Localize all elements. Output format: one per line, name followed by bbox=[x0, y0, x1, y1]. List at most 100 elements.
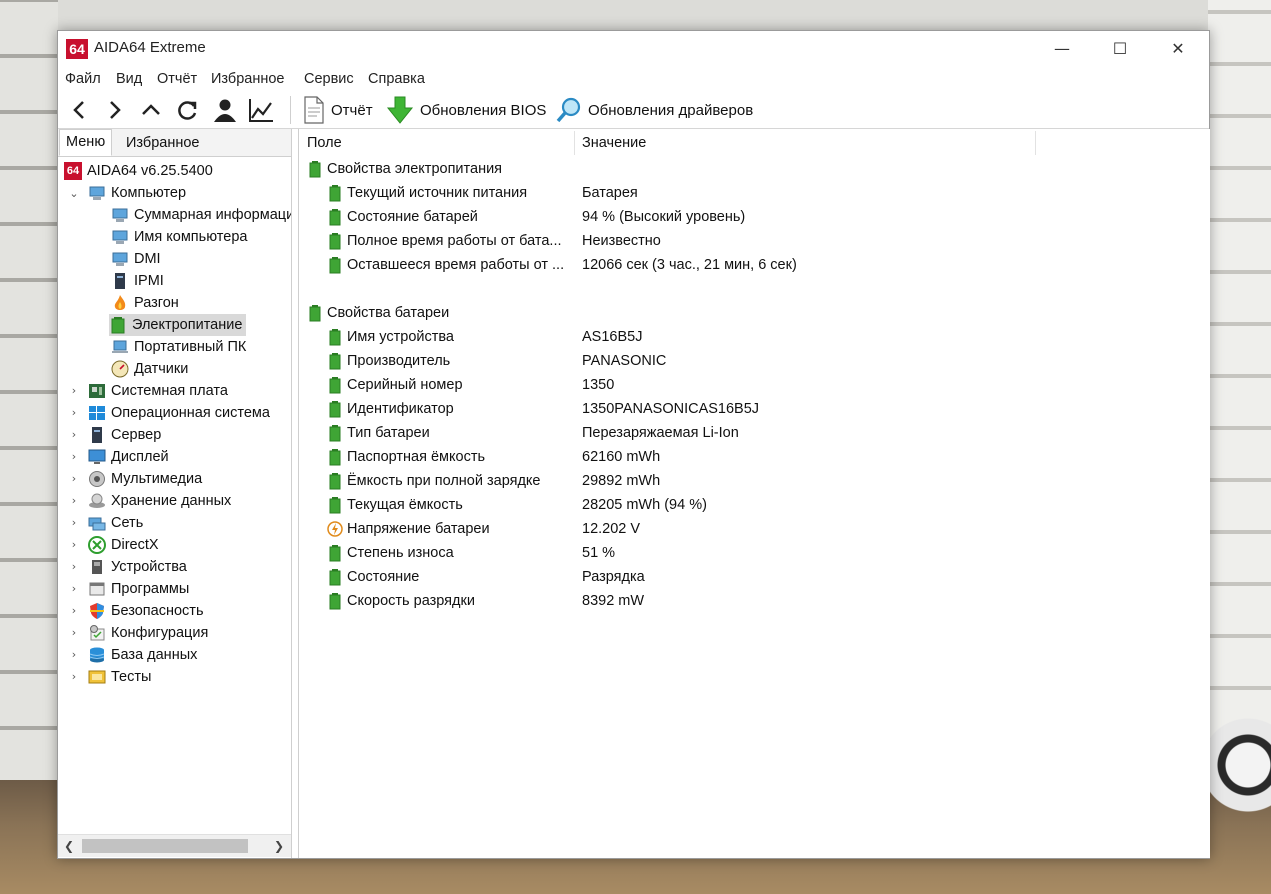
tree-item-tests[interactable]: Тесты bbox=[88, 666, 151, 688]
chevron-right-icon[interactable]: › bbox=[68, 671, 80, 683]
table-row[interactable]: Оставшееся время работы от ... bbox=[327, 253, 564, 277]
up-icon[interactable] bbox=[136, 94, 166, 126]
close-button[interactable]: ✕ bbox=[1149, 31, 1207, 67]
table-row[interactable]: Ёмкость при полной зарядке bbox=[327, 469, 541, 493]
table-row[interactable]: Состояние батарей bbox=[327, 205, 478, 229]
back-icon[interactable] bbox=[64, 94, 94, 126]
table-row[interactable]: Полное время работы от бата... bbox=[327, 229, 562, 253]
field-value: 62160 mWh bbox=[582, 449, 661, 465]
refresh-icon[interactable] bbox=[172, 94, 202, 126]
chevron-right-icon[interactable]: › bbox=[68, 451, 80, 463]
maximize-button[interactable]: ☐ bbox=[1091, 31, 1149, 67]
table-row[interactable]: Идентификатор bbox=[327, 397, 454, 421]
table-row[interactable]: Производитель bbox=[327, 349, 450, 373]
chevron-down-icon[interactable]: ⌄ bbox=[68, 188, 80, 200]
chevron-right-icon[interactable]: › bbox=[68, 561, 80, 573]
tree-item-motherboard[interactable]: Системная плата bbox=[88, 380, 228, 402]
speaker-icon bbox=[89, 471, 105, 487]
tree-item-computer-name[interactable]: Имя компьютера bbox=[111, 226, 247, 248]
navigation-pane: Меню Избранное 64 AIDA64 v6.25.5400 ⌄ Ко… bbox=[58, 129, 292, 858]
tree-item-power[interactable]: Электропитание bbox=[109, 314, 247, 336]
column-header-value[interactable]: Значение bbox=[582, 129, 646, 157]
table-row[interactable]: Серийный номер bbox=[327, 373, 463, 397]
menu-help[interactable]: Справка bbox=[368, 71, 425, 87]
tree-item-storage[interactable]: Хранение данных bbox=[88, 490, 231, 512]
horizontal-scrollbar[interactable]: ❮ ❯ bbox=[58, 834, 291, 857]
field-value: Перезаряжаемая Li-Ion bbox=[582, 425, 739, 441]
tree-item-programs[interactable]: Программы bbox=[88, 578, 189, 600]
battery-icon bbox=[329, 473, 341, 490]
chevron-right-icon[interactable]: › bbox=[68, 649, 80, 661]
chevron-right-icon[interactable]: › bbox=[68, 627, 80, 639]
tree-item-security[interactable]: Безопасность bbox=[88, 600, 204, 622]
bios-update-button[interactable]: Обновления BIOS bbox=[386, 92, 546, 128]
scroll-thumb[interactable] bbox=[82, 839, 248, 853]
battery-icon bbox=[329, 185, 341, 202]
chart-icon[interactable] bbox=[246, 94, 276, 126]
battery-icon bbox=[329, 329, 341, 346]
chevron-right-icon[interactable]: › bbox=[68, 385, 80, 397]
column-header-field[interactable]: Поле bbox=[307, 129, 342, 157]
table-row[interactable]: Текущая ёмкость bbox=[327, 493, 463, 517]
report-button[interactable]: Отчёт bbox=[303, 92, 373, 128]
table-row[interactable]: Напряжение батареи bbox=[327, 517, 490, 541]
table-row[interactable]: Текущий источник питания bbox=[327, 181, 527, 205]
chevron-right-icon[interactable]: › bbox=[68, 517, 80, 529]
table-row[interactable]: Имя устройства bbox=[327, 325, 454, 349]
section-header[interactable]: Свойства электропитания bbox=[307, 157, 502, 181]
battery-icon bbox=[329, 353, 341, 370]
tree-item-server[interactable]: Сервер bbox=[88, 424, 161, 446]
tab-menu[interactable]: Меню bbox=[59, 129, 113, 156]
background-globe bbox=[1208, 705, 1271, 835]
table-row[interactable]: Паспортная ёмкость bbox=[327, 445, 485, 469]
tree-item-computer[interactable]: Компьютер bbox=[88, 182, 186, 204]
tree-item-multimedia[interactable]: Мультимедиа bbox=[88, 468, 202, 490]
menu-view[interactable]: Вид bbox=[116, 71, 142, 87]
field-label: Полное время работы от бата... bbox=[347, 233, 562, 249]
table-row[interactable]: Состояние bbox=[327, 565, 419, 589]
tree-item-sensors[interactable]: Датчики bbox=[111, 358, 188, 380]
tab-favorites[interactable]: Избранное bbox=[120, 131, 205, 156]
tree-item-display[interactable]: Дисплей bbox=[88, 446, 169, 468]
tree-item-summary-label: Суммарная информация bbox=[134, 207, 291, 223]
tree-root[interactable]: 64 AIDA64 v6.25.5400 bbox=[64, 160, 213, 182]
scroll-left-icon[interactable]: ❮ bbox=[64, 839, 74, 853]
scroll-right-icon[interactable]: ❯ bbox=[274, 839, 284, 853]
minimize-button[interactable]: — bbox=[1033, 31, 1091, 67]
chevron-right-icon[interactable]: › bbox=[68, 605, 80, 617]
flame-icon bbox=[114, 295, 126, 310]
tree-item-security-label: Безопасность bbox=[111, 603, 204, 619]
tree-item-devices[interactable]: Устройства bbox=[88, 556, 187, 578]
chevron-right-icon[interactable]: › bbox=[68, 473, 80, 485]
battery-icon bbox=[329, 401, 341, 418]
tree-item-summary[interactable]: Суммарная информация bbox=[111, 204, 291, 226]
table-row[interactable]: Степень износа bbox=[327, 541, 454, 565]
chevron-right-icon[interactable]: › bbox=[68, 495, 80, 507]
table-row[interactable]: Скорость разрядки bbox=[327, 589, 475, 613]
tree-item-dmi[interactable]: DMI bbox=[111, 248, 161, 270]
menu-service[interactable]: Сервис bbox=[304, 71, 354, 87]
tree-item-directx[interactable]: DirectX bbox=[88, 534, 159, 556]
battery-icon bbox=[329, 425, 341, 442]
tree-item-os[interactable]: Операционная система bbox=[88, 402, 270, 424]
table-row[interactable]: Тип батареи bbox=[327, 421, 430, 445]
chevron-right-icon[interactable]: › bbox=[68, 407, 80, 419]
menu-file[interactable]: Файл bbox=[65, 71, 101, 87]
tree-item-network[interactable]: Сеть bbox=[88, 512, 143, 534]
user-icon[interactable] bbox=[210, 94, 240, 126]
driver-update-button[interactable]: Обновления драйверов bbox=[556, 92, 753, 128]
chevron-right-icon[interactable]: › bbox=[68, 583, 80, 595]
menu-report[interactable]: Отчёт bbox=[157, 71, 197, 87]
section-header[interactable]: Свойства батареи bbox=[307, 301, 449, 325]
chevron-right-icon[interactable]: › bbox=[68, 429, 80, 441]
chevron-right-icon[interactable]: › bbox=[68, 539, 80, 551]
column-divider[interactable] bbox=[1035, 131, 1036, 155]
tree-item-overclock[interactable]: Разгон bbox=[111, 292, 179, 314]
tree-item-ipmi[interactable]: IPMI bbox=[111, 270, 164, 292]
menu-favorites[interactable]: Избранное bbox=[211, 71, 284, 87]
tree-item-portable[interactable]: Портативный ПК bbox=[111, 336, 246, 358]
forward-icon[interactable] bbox=[100, 94, 130, 126]
tree-item-config[interactable]: Конфигурация bbox=[88, 622, 208, 644]
column-divider[interactable] bbox=[574, 131, 575, 155]
tree-item-database[interactable]: База данных bbox=[88, 644, 197, 666]
